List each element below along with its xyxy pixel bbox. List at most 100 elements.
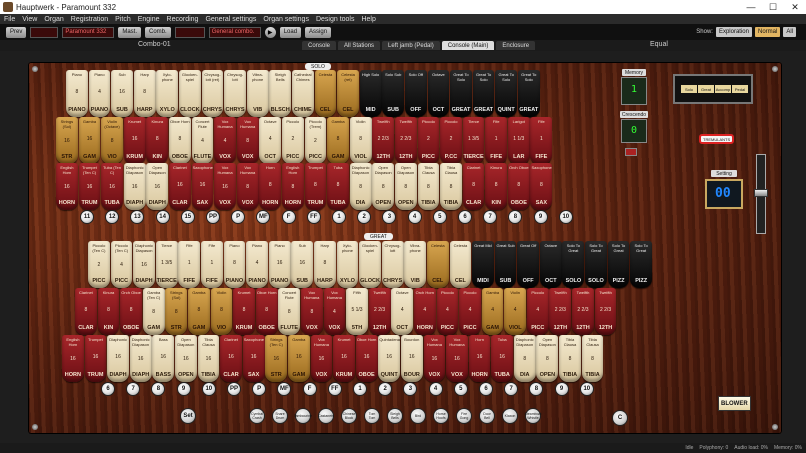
stop-tab[interactable]: Harp 8 HARP	[313, 241, 336, 288]
menu-item-file[interactable]: File	[4, 16, 15, 23]
thumb-piston[interactable]: 10	[558, 210, 573, 224]
stop-tab[interactable]: Violin 4 VIOL	[504, 288, 527, 335]
maximize-button[interactable]: ☐	[762, 0, 784, 14]
stop-tab[interactable]: English Horn 16 HORN	[62, 335, 84, 382]
stop-tab[interactable]: Octave OCT	[427, 70, 450, 117]
menu-item-help[interactable]: Help	[361, 16, 375, 23]
stop-tab[interactable]: Celesta CEL	[449, 241, 472, 288]
stop-tab[interactable]: Trumpet 16 TRUM	[84, 335, 107, 382]
tab-all-stations[interactable]: All Stations	[338, 41, 381, 50]
thumb-piston[interactable]: 4	[407, 210, 422, 224]
toe-stud[interactable]: Klaxon	[502, 408, 518, 424]
stop-tab[interactable]: Solo To Great PIZZ	[607, 241, 630, 288]
thumb-piston[interactable]: 4	[428, 382, 443, 396]
stop-tab[interactable]: Kinura 8 KIN	[97, 288, 120, 335]
show-option-exploration[interactable]: Exploration	[715, 27, 752, 37]
stop-tab[interactable]: Piano 4 PIANO	[246, 241, 268, 288]
stop-tab[interactable]: Clarinet 8 CLAR	[462, 163, 485, 210]
tab-enclosure[interactable]: Enclosure	[496, 41, 536, 50]
stop-tab[interactable]: Glocken- spiel CLOCK	[178, 70, 201, 117]
stop-tab[interactable]: Great Sub SUB	[494, 241, 517, 288]
menu-item-engine[interactable]: Engine	[138, 16, 160, 23]
stop-tab[interactable]: Twelfth 2 2/3 12TH	[372, 117, 395, 164]
blower-button[interactable]: BLOWER	[718, 396, 751, 411]
thumb-piston[interactable]: 9	[533, 210, 548, 224]
comb-button[interactable]: Comb.	[145, 26, 171, 38]
stop-tab[interactable]: Tuba 8 TUBA	[327, 163, 349, 210]
stop-tab[interactable]: Piccolo (Ten C) 4 PICC	[110, 241, 133, 288]
stop-tab[interactable]: Diaphonic 16 DIAPH	[107, 335, 129, 382]
tab-left-jamb-pedal-[interactable]: Left jamb (Pedal)	[382, 41, 440, 50]
thumb-piston[interactable]: 14	[155, 210, 170, 224]
master-button[interactable]: Mast.	[118, 26, 142, 38]
stop-tab[interactable]: Vox Humana 16 VOX	[446, 335, 468, 382]
toe-stud[interactable]: Tom Tom	[364, 408, 380, 424]
stop-tab[interactable]: Octave 4 OCT	[391, 288, 414, 335]
toe-stud[interactable]: Door Bell	[479, 408, 495, 424]
stop-tab[interactable]: Violin 8 VIOL	[349, 117, 372, 164]
stop-tab[interactable]: Vox Humana 16 VOX	[310, 335, 333, 382]
stop-tab[interactable]: Horn 8 HORN	[259, 163, 282, 210]
menu-item-recording[interactable]: Recording	[167, 16, 199, 23]
stop-tab[interactable]: Fife 1 FIFE	[178, 241, 201, 288]
thumb-piston[interactable]: 11	[80, 210, 94, 224]
stop-tab[interactable]: Solo Off OFF	[404, 70, 427, 117]
stop-tab[interactable]: Krumet 16 KRUM	[333, 335, 355, 382]
stop-tab[interactable]: Piccolo 4 PICC	[459, 288, 481, 335]
stop-tab[interactable]: Xylo- phone XYLO	[156, 70, 179, 117]
prev-button[interactable]: Prev	[6, 26, 27, 38]
thumb-piston[interactable]: 1	[332, 210, 346, 224]
tab-console[interactable]: Console	[302, 41, 337, 50]
thumb-piston[interactable]: F	[281, 210, 296, 224]
stop-tab[interactable]: High Solo MID	[359, 70, 382, 117]
thumb-piston[interactable]: 7	[504, 382, 519, 396]
stop-tab[interactable]: Gamba 8 GAM	[187, 288, 210, 335]
stop-tab[interactable]: English Horn 16 HORN	[56, 163, 78, 210]
stop-tab[interactable]: Chrysog- lott CHRYS	[381, 241, 404, 288]
stop-tab[interactable]: Solo To Great PIZZ	[630, 241, 653, 288]
stop-tab[interactable]: English Horn 8 HORN	[281, 163, 304, 210]
stop-tab[interactable]: Saxophone 8 SAX	[530, 163, 553, 210]
stop-tab[interactable]: Fife 1 FIFE	[485, 117, 508, 164]
thumb-piston[interactable]: PP	[206, 210, 220, 224]
menu-item-registration[interactable]: Registration	[71, 16, 108, 23]
stop-tab[interactable]: Saxophone 16 SAX	[191, 163, 214, 210]
stop-tab[interactable]: Piccolo (Trem) 2 PICC	[304, 117, 327, 164]
menu-item-view[interactable]: View	[22, 16, 37, 23]
stop-tab[interactable]: Open Diapason 8 OPEN	[372, 163, 395, 210]
menu-item-organ[interactable]: Organ	[44, 16, 63, 23]
thumb-piston[interactable]: 10	[201, 382, 216, 396]
stop-tab[interactable]: Twelfth 2 2/3 12TH	[368, 288, 391, 335]
thumb-piston[interactable]: 2	[357, 210, 372, 224]
stop-tab[interactable]: Piano 8 PIANO	[66, 70, 88, 117]
stop-tab[interactable]: Quintadena 16 QUINT	[378, 335, 401, 382]
stop-tab[interactable]: Great Mid MIDI	[472, 241, 494, 288]
thumb-piston[interactable]: FF	[306, 210, 321, 224]
stop-tab[interactable]: Solo Sub SUB	[382, 70, 405, 117]
thumb-piston[interactable]: F	[302, 382, 317, 396]
thumb-piston[interactable]: MF	[277, 382, 292, 396]
thumb-piston[interactable]: PP	[227, 382, 241, 396]
toe-stud[interactable]: Chinese Block	[341, 408, 357, 424]
stop-tab[interactable]: Piano 4 PIANO	[88, 70, 111, 117]
stop-tab[interactable]: Gamba 8 GAM	[327, 117, 349, 164]
stop-tab[interactable]: Sub 16 SUB	[291, 241, 314, 288]
thumb-piston[interactable]: 5	[432, 210, 447, 224]
thumb-piston[interactable]: 12	[105, 210, 120, 224]
stop-tab[interactable]: Violin (Octave) 8 VIO	[101, 117, 123, 164]
menu-item-pitch[interactable]: Pitch	[115, 16, 131, 23]
stop-tab[interactable]: Vox Humana 4 VOX	[323, 288, 346, 335]
thumb-piston[interactable]: 3	[382, 210, 397, 224]
stop-tab[interactable]: Celesta CEL	[314, 70, 337, 117]
stop-tab[interactable]: Great To Solo GREAT	[472, 70, 495, 117]
division-cell[interactable]: Solo	[681, 85, 697, 93]
thumb-piston[interactable]: 2	[378, 382, 393, 396]
thumb-piston[interactable]: 3	[403, 382, 418, 396]
stop-tab[interactable]: Tuba 16 TUBA	[491, 335, 514, 382]
toe-stud[interactable]: Castanets	[318, 408, 334, 424]
thumb-piston[interactable]: 6	[101, 382, 115, 396]
stop-tab[interactable]: Violin 8 VIO	[210, 288, 233, 335]
tremulants-badge[interactable]: TREMULANTS	[699, 134, 735, 144]
stop-tab[interactable]: Tierce 1 3/5 TIERCE	[155, 241, 178, 288]
stop-tab[interactable]: Horn 16 HORN	[468, 335, 491, 382]
